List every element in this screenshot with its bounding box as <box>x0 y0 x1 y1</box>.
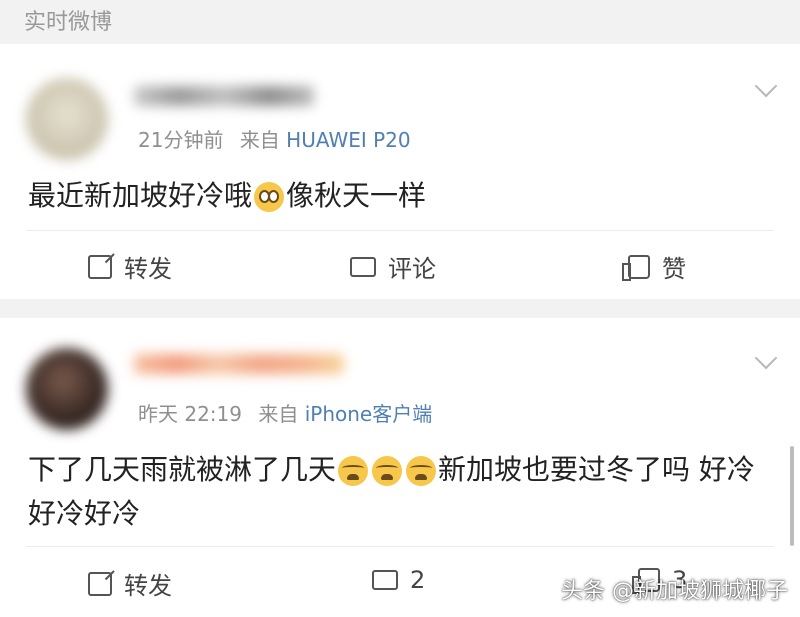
post-source[interactable]: HUAWEI P20 <box>286 128 410 152</box>
post-text: 下了几天雨就被淋了几天 新加坡也要过冬了吗 好冷好冷好冷 <box>28 448 768 536</box>
comment-icon <box>372 564 398 590</box>
comment-button[interactable]: 评论 <box>350 249 436 284</box>
username-blurred[interactable] <box>134 354 344 374</box>
post-time: 21分钟前 <box>138 128 224 152</box>
share-button[interactable]: 转发 <box>88 249 172 284</box>
chevron-down-icon[interactable] <box>754 74 778 98</box>
avatar[interactable] <box>26 78 108 160</box>
post-from: 来自 <box>239 128 280 152</box>
cry-emoji-icon <box>338 456 369 486</box>
post-from: 来自 <box>258 402 299 426</box>
section-title: 实时微博 <box>24 10 113 35</box>
chevron-down-icon[interactable] <box>754 346 778 370</box>
shock-emoji-icon <box>254 182 285 212</box>
comment-label: 评论 <box>388 255 436 283</box>
scrollbar[interactable] <box>790 446 794 546</box>
avatar[interactable] <box>26 348 108 430</box>
comment-count: 2 <box>410 566 426 594</box>
post-text: 最近新加坡好冷哦 像秋天一样 <box>28 174 768 218</box>
watermark: 头条 @新加坡狮城椰子 <box>561 579 788 604</box>
post-source[interactable]: iPhone客户端 <box>305 402 433 426</box>
post-meta: 21分钟前 来自 HUAWEI P20 <box>138 124 411 153</box>
username-blurred[interactable] <box>134 86 314 106</box>
post-card[interactable]: 21分钟前 来自 HUAWEI P20 最近新加坡好冷哦像秋天一样 转发 评论 … <box>0 44 800 299</box>
post-time: 昨天 22:19 <box>138 402 242 426</box>
post-text-part: 下了几天雨就被淋了几天 <box>28 453 337 486</box>
post-meta: 昨天 22:19 来自 iPhone客户端 <box>138 398 432 427</box>
comment-icon <box>350 251 376 277</box>
post-text-part: 最近新加坡好冷哦 <box>28 179 253 212</box>
like-icon <box>622 254 650 281</box>
comment-button[interactable]: 2 <box>372 564 426 594</box>
divider <box>26 546 774 547</box>
share-icon <box>88 571 112 596</box>
post-text-part: 像秋天一样 <box>286 179 427 212</box>
like-button[interactable]: 赞 <box>622 249 686 284</box>
like-label: 赞 <box>662 255 686 283</box>
cry-emoji-icon <box>372 456 403 486</box>
share-icon <box>88 254 112 279</box>
cry-emoji-icon <box>406 456 437 486</box>
share-button[interactable]: 转发 <box>88 566 172 601</box>
share-label: 转发 <box>124 255 172 283</box>
divider <box>26 230 774 231</box>
section-header: 实时微博 <box>0 0 800 40</box>
share-label: 转发 <box>124 572 172 600</box>
